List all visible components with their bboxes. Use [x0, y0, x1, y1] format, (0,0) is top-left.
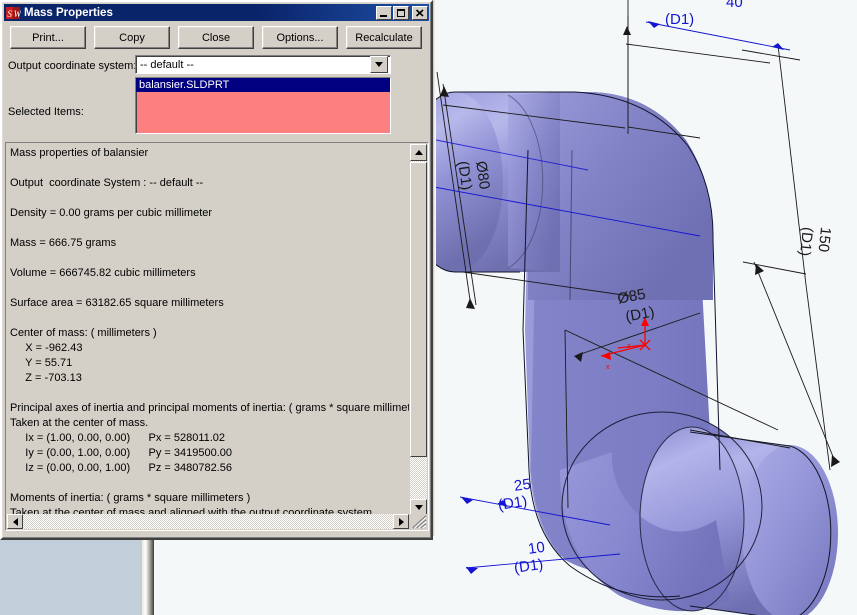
options-button[interactable]: Options...: [262, 26, 338, 49]
vertical-scrollbar-thumb[interactable]: [410, 162, 427, 457]
output-coordinate-system-select[interactable]: -- default --: [135, 55, 391, 74]
dimension-label-40[interactable]: 40: [726, 0, 743, 11]
copy-button[interactable]: Copy: [94, 26, 170, 49]
scroll-left-button[interactable]: [7, 514, 23, 529]
selected-items-list[interactable]: balansier.SLDPRT: [135, 77, 391, 134]
close-dialog-button[interactable]: Close: [178, 26, 254, 49]
maximize-button[interactable]: [393, 5, 409, 20]
recalculate-button[interactable]: Recalculate: [346, 26, 422, 49]
output-coordinate-system-value: -- default --: [140, 58, 194, 71]
scroll-up-button[interactable]: [410, 144, 427, 161]
output-coordinate-system-label: Output coordinate system:: [8, 60, 137, 72]
app-root: x z R30 (D2) 40 (D1) Ø80 (D1) Ø85 (D1) 1…: [0, 0, 857, 615]
panel-splitter[interactable]: [142, 532, 154, 615]
mass-properties-report[interactable]: Mass properties of balansier Output coor…: [5, 142, 429, 531]
dialog-title: Mass Properties: [24, 6, 113, 19]
feature-manager-panel[interactable]: [0, 532, 144, 615]
dimension-label-150-tag[interactable]: (D1): [796, 226, 816, 257]
dimension-label-25[interactable]: 25: [513, 476, 532, 495]
print-button[interactable]: Print...: [10, 26, 86, 49]
svg-text:z: z: [627, 343, 631, 350]
horizontal-scrollbar[interactable]: [7, 514, 409, 529]
chevron-down-icon[interactable]: [370, 56, 388, 73]
svg-text:x: x: [606, 364, 610, 371]
dimension-label-10[interactable]: 10: [527, 539, 546, 558]
mass-properties-dialog[interactable]: S W Mass Properties Print... Copy Close: [0, 0, 433, 540]
solidworks-icon: S W: [6, 6, 23, 20]
resize-grip[interactable]: [410, 514, 427, 529]
svg-text:W: W: [14, 9, 21, 19]
svg-text:S: S: [7, 9, 12, 19]
selected-items-label: Selected Items:: [8, 106, 84, 118]
scroll-right-button[interactable]: [393, 514, 409, 529]
dimension-label-150[interactable]: 150: [814, 226, 834, 253]
minimize-button[interactable]: [376, 5, 392, 20]
close-button[interactable]: [412, 5, 428, 20]
dialog-toolbar: Print... Copy Close Options... Recalcula…: [10, 26, 422, 49]
vertical-scrollbar[interactable]: [410, 144, 427, 516]
report-text: Mass properties of balansier Output coor…: [10, 147, 409, 516]
list-item[interactable]: balansier.SLDPRT: [136, 78, 390, 92]
dialog-title-bar[interactable]: S W Mass Properties: [4, 4, 429, 21]
dimension-label-40-tag[interactable]: (D1): [665, 11, 694, 28]
